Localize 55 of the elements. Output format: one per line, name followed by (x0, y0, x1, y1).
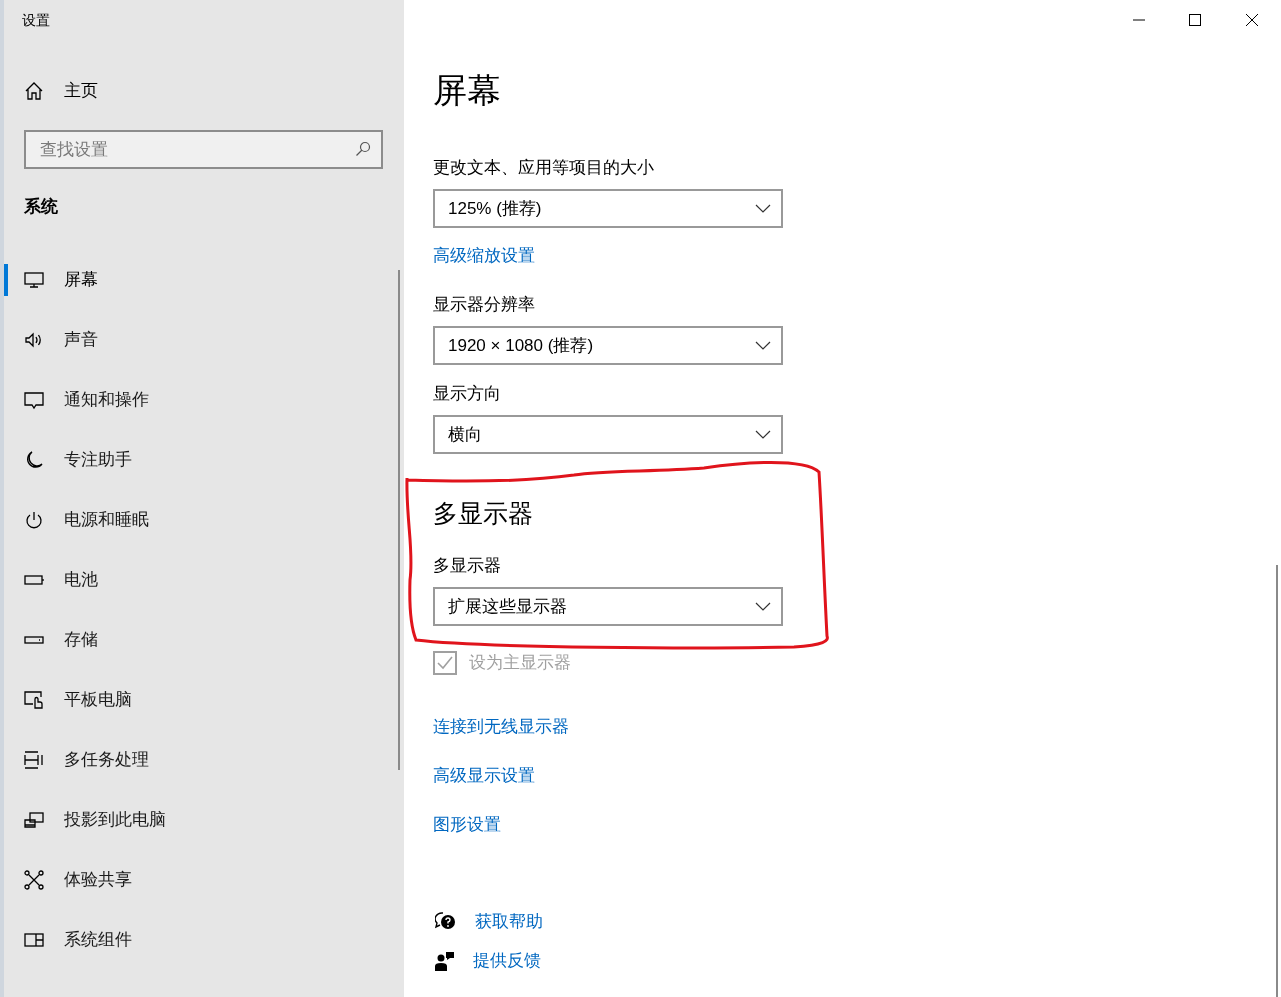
search-field[interactable]: 查找设置 (24, 130, 383, 169)
dropdown[interactable]: 横向 (433, 415, 783, 454)
close-icon[interactable] (1246, 14, 1258, 26)
speaker-icon[interactable] (24, 330, 44, 350)
power-icon[interactable] (24, 510, 44, 530)
page-title: 屏幕 (433, 70, 501, 111)
multitask-icon[interactable] (24, 750, 44, 770)
section-heading: 多显示器 (433, 498, 533, 529)
feedback-link[interactable]: 提供反馈 (473, 949, 541, 972)
settings-link[interactable]: 高级显示设置 (433, 764, 535, 787)
message-icon[interactable] (24, 390, 44, 410)
chevron-down-icon (755, 602, 771, 611)
sidebar-item[interactable]: 体验共享 (64, 867, 132, 893)
field-label: 显示方向 (433, 383, 501, 405)
field-label: 更改文本、应用等项目的大小 (433, 157, 654, 179)
sidebar-item[interactable]: 平板电脑 (64, 687, 132, 713)
dropdown[interactable]: 1920 × 1080 (推荐) (433, 326, 783, 365)
sidebar-item[interactable]: 系统组件 (64, 927, 132, 953)
maximize-icon[interactable] (1189, 14, 1201, 26)
settings-link[interactable]: 连接到无线显示器 (433, 715, 569, 738)
help-link[interactable]: 获取帮助 (475, 910, 543, 933)
sidebar-item[interactable]: 专注助手 (64, 447, 132, 473)
home-icon[interactable] (24, 81, 44, 101)
field-label: 显示器分辨率 (433, 294, 535, 316)
moon-icon[interactable] (24, 450, 44, 470)
dropdown[interactable]: 125% (推荐) (433, 189, 783, 228)
help-bubble-icon (435, 911, 457, 932)
chevron-down-icon (755, 341, 771, 350)
search-icon[interactable] (355, 141, 371, 157)
components-icon[interactable] (24, 930, 44, 950)
home-link[interactable]: 主页 (64, 78, 98, 104)
sidebar-item[interactable]: 声音 (64, 327, 98, 353)
sidebar-item[interactable]: 电池 (64, 567, 98, 593)
sidebar-item[interactable]: 通知和操作 (64, 387, 149, 413)
sidebar-item[interactable]: 多任务处理 (64, 747, 149, 773)
sidebar-item[interactable]: 存储 (64, 627, 98, 653)
section-heading: 系统 (24, 196, 58, 218)
sidebar-item[interactable]: 投影到此电脑 (64, 807, 166, 833)
share-icon[interactable] (24, 870, 44, 890)
tablet-icon[interactable] (24, 690, 44, 710)
settings-link[interactable]: 高级缩放设置 (433, 245, 535, 267)
scrollbar[interactable] (1276, 565, 1278, 997)
sidebar-item[interactable]: 屏幕 (64, 267, 98, 293)
dropdown[interactable]: 扩展这些显示器 (433, 587, 783, 626)
window-title: 设置 (22, 11, 50, 30)
monitor-icon[interactable] (24, 270, 44, 290)
project-icon[interactable] (24, 810, 44, 830)
person-feedback-icon (435, 950, 455, 971)
field-label: 多显示器 (433, 555, 501, 577)
checkbox-label: 设为主显示器 (469, 652, 571, 674)
chevron-down-icon (755, 430, 771, 439)
scrollbar[interactable] (398, 270, 400, 770)
sidebar-item[interactable]: 电源和睡眠 (64, 507, 149, 533)
settings-link[interactable]: 图形设置 (433, 813, 501, 836)
chevron-down-icon (755, 204, 771, 213)
